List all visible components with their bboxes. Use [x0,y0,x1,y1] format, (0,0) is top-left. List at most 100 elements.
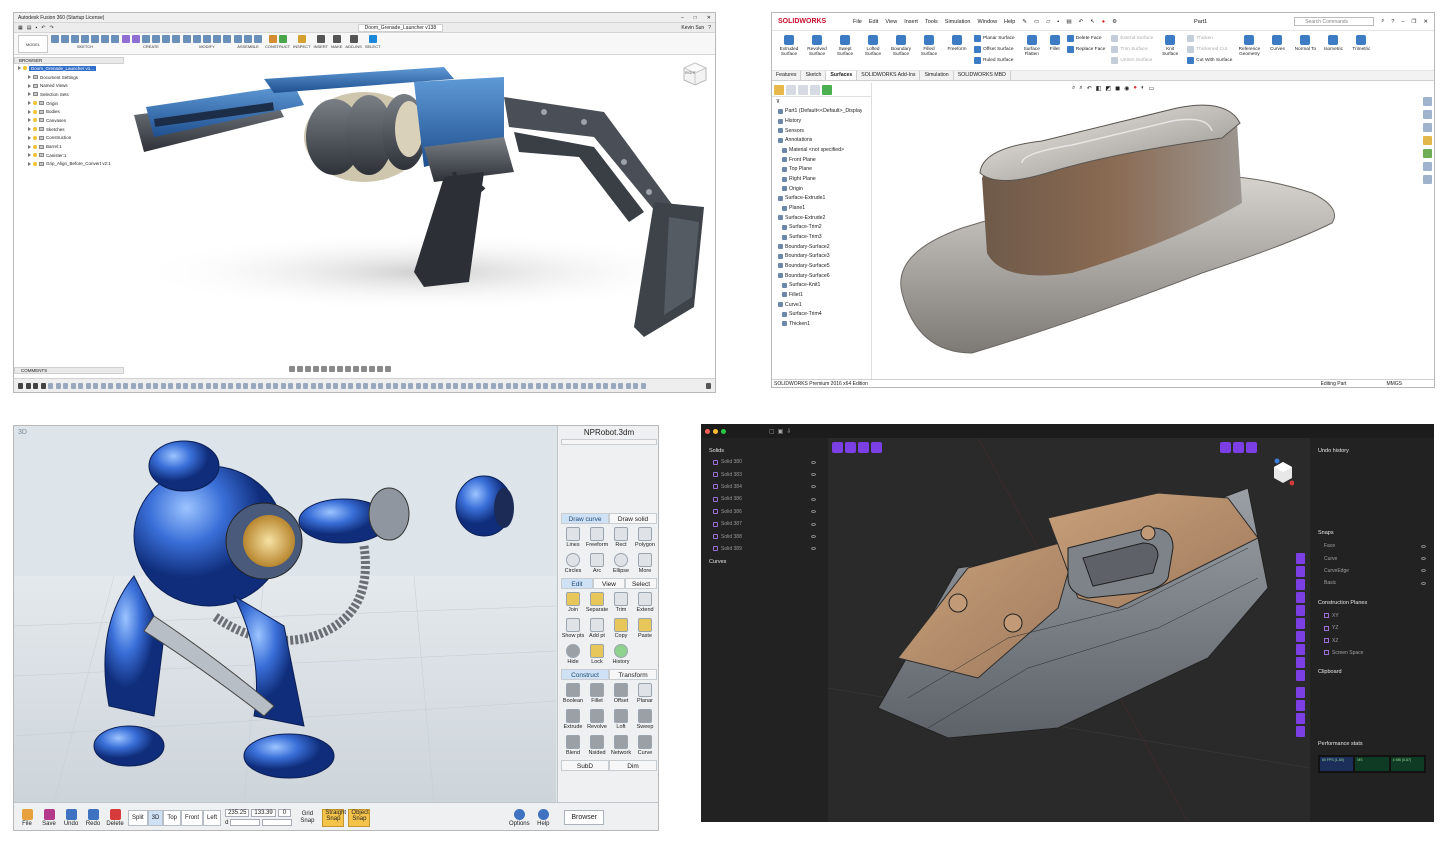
forum-icon[interactable] [1422,175,1432,184]
straight-snap-toggle[interactable]: Straight Snap [322,808,346,827]
lock-tool[interactable]: Lock [585,644,609,665]
view-3d[interactable]: 3D [147,809,164,826]
comments-panel[interactable]: COMMENTS [14,367,124,374]
spiral-tool-icon[interactable] [1296,631,1305,642]
offset-surface-button[interactable]: Offset Surface [974,46,1015,53]
fillet-tool[interactable]: Fillet [585,683,609,704]
coord-z[interactable]: 0 [277,809,292,817]
robot-viewport[interactable]: 3D [14,426,557,803]
select-mode-icon[interactable] [832,442,843,453]
view-cube[interactable]: RIGHT [682,61,708,87]
extend-tool[interactable]: Extend [633,592,657,613]
line-mode-icon[interactable] [845,442,856,453]
separate-tool[interactable]: Separate [585,592,609,613]
lofted-surface-button[interactable]: Lofted Surface [862,35,884,66]
scene-icon[interactable]: ◐ [1141,85,1145,92]
file-explorer-icon[interactable] [1422,123,1432,132]
timeline-feature-icon[interactable] [213,382,218,389]
redo-button[interactable]: Redo [84,808,102,827]
timeline-feature-icon[interactable] [70,382,76,389]
ellipse-tool[interactable]: Ellipse [609,553,633,574]
circle-tool-icon[interactable] [1296,579,1305,590]
browser-item[interactable]: Grip_Align_Before_Convert v2:1 [14,160,124,169]
timeline-feature-icon[interactable] [100,382,106,389]
pin-icon[interactable]: ✎ [1022,19,1027,25]
browser-header[interactable]: BROWSER [14,57,124,64]
thickened-cut-button[interactable]: Thickened Cut [1187,46,1232,53]
rewind-icon[interactable] [18,382,23,389]
timeline-feature-icon[interactable] [310,382,316,389]
timeline-feature-icon[interactable] [258,382,263,389]
timeline-feature-icon[interactable] [625,382,631,389]
open-icon[interactable]: ▱ [1046,19,1050,25]
timeline-feature-icon[interactable] [558,382,563,389]
save-file-icon[interactable]: ▣ [778,428,784,435]
new-file-icon[interactable]: ▢ [769,428,775,435]
arc-tool-icon[interactable] [1296,592,1305,603]
browser-item[interactable]: Canister:1 [14,151,124,160]
rect-tool[interactable]: Rect [609,527,633,548]
tree-item[interactable]: Surface-Knit1 [772,280,871,290]
export-icon[interactable]: ⇩ [786,428,791,435]
clipboard-header[interactable]: Clipboard [1310,659,1434,679]
timeline-feature-icon[interactable] [490,382,496,389]
timeline-feature-icon[interactable] [603,382,608,389]
tree-root[interactable]: Part1 (Default<<Default>_Display [772,107,871,117]
revolved-surface-button[interactable]: Revolved Surface [806,35,828,66]
grid-settings-icon[interactable] [329,366,335,372]
freeform-button[interactable]: Freeform [946,35,968,66]
timeline-feature-icon[interactable] [85,382,91,389]
timeline-feature-icon[interactable] [175,382,181,389]
sweep-tool[interactable]: Sweep [633,709,657,730]
tree-item[interactable]: Boundary-Surface5 [772,261,871,271]
timeline-feature-icon[interactable] [483,382,488,389]
solid-item[interactable]: Solid 380 [701,456,828,468]
fillet-button[interactable]: Fillet [1049,35,1061,66]
timeline-feature-icon[interactable] [205,382,211,389]
print-icon[interactable]: ▤ [1066,19,1071,25]
cut-with-surface-button[interactable]: Cut With Surface [1187,57,1232,64]
timeline-feature-icon[interactable] [160,382,166,389]
timeline-feature-icon[interactable] [288,382,293,389]
view-front[interactable]: Front [181,809,204,826]
grid-snap-toggle[interactable]: Grid Snap [296,811,318,824]
normal-to-button[interactable]: Normal To [1294,35,1316,66]
timeline-feature-icon[interactable] [108,382,113,389]
timeline-feature-icon[interactable] [280,382,286,389]
trim-tool[interactable]: Trim [609,592,633,613]
copy-tool[interactable]: Copy [609,618,633,639]
menu-help[interactable]: Help [1004,19,1015,25]
ribbon-group-create[interactable]: CREATE [122,35,180,49]
menu-simulation[interactable]: Simulation [945,19,971,25]
filled-surface-button[interactable]: Filled Surface [918,35,940,66]
zoom-dot-icon[interactable] [721,428,726,434]
reference-geometry-button[interactable]: Reference Geometry [1238,35,1260,66]
timeline-feature-icon[interactable] [400,382,406,389]
render-icon[interactable] [377,366,383,372]
ribbon-group-addins[interactable]: ADD-INS [345,35,362,49]
configuration-manager-icon[interactable] [798,85,808,95]
boundary-surface-button[interactable]: Boundary Surface [890,35,912,66]
orbit-icon[interactable] [289,366,295,372]
rectangle-tool-icon[interactable] [1296,618,1305,629]
ruled-surface-button[interactable]: Ruled Surface [974,57,1015,64]
layer-bar[interactable] [561,439,657,445]
minimize-icon[interactable]: – [681,15,684,21]
angle-field[interactable] [262,819,293,826]
zoom-icon[interactable] [305,366,311,372]
undo-icon[interactable]: ↶ [1079,19,1084,25]
browser-button[interactable]: Browser [564,810,604,825]
environment-icon[interactable] [369,366,375,372]
timeline-feature-icon[interactable] [370,382,376,389]
extend-surface-button[interactable]: Extend Surface [1111,35,1153,42]
custom-properties-icon[interactable] [1422,162,1432,171]
restore-icon[interactable]: ❐ [1411,19,1416,25]
isometric-button[interactable]: Isometric [1322,35,1344,66]
fit-icon[interactable] [313,366,319,372]
user-name[interactable]: Kevin Sun [681,25,704,31]
ribbon-group-inspect[interactable]: INSPECT [293,35,310,49]
menu-view[interactable]: View [885,19,897,25]
wireframe-icon[interactable] [1233,442,1244,453]
solid-mode-icon[interactable] [871,442,882,453]
trimetric-button[interactable]: Trimetric [1350,35,1372,66]
